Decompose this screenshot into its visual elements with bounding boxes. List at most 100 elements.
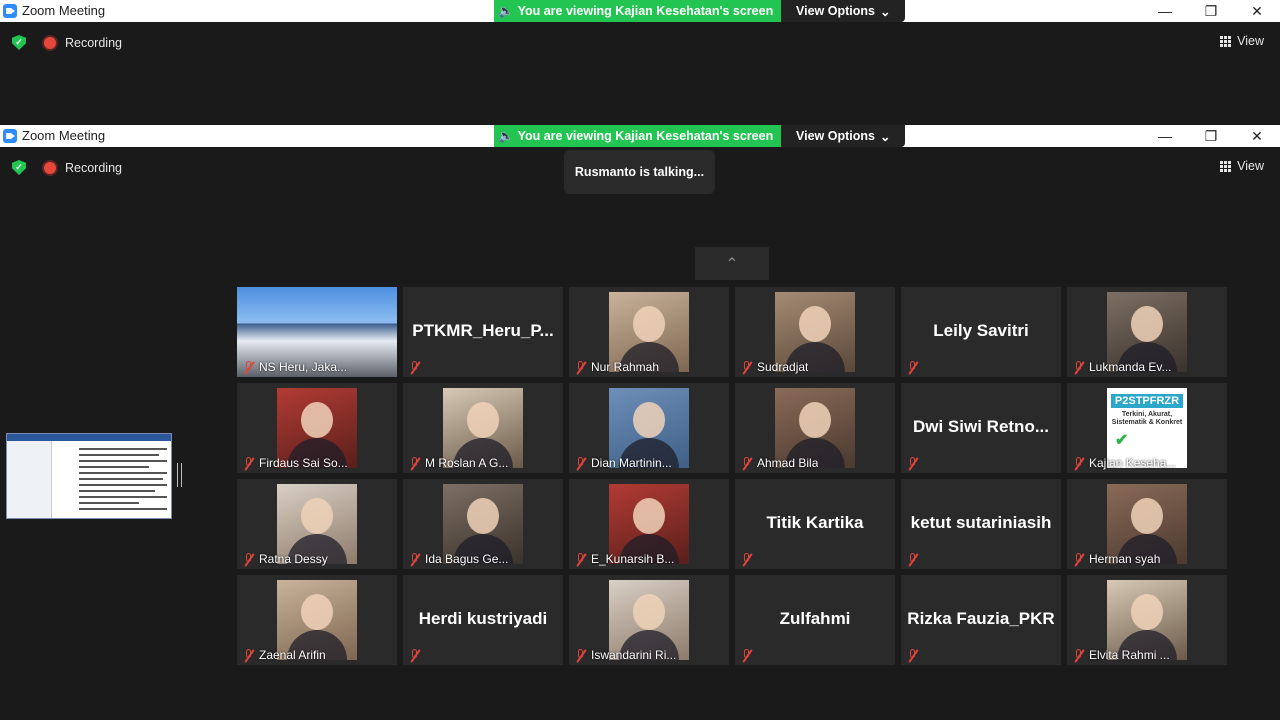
view-options-button[interactable]: View Options ⌄ — [781, 0, 906, 22]
person-silhouette — [633, 594, 665, 630]
shared-screen-thumbnail[interactable] — [6, 433, 172, 519]
recording-label: Recording — [65, 35, 122, 50]
participant-label: Ida Bagus Ge... — [409, 552, 509, 567]
participant-tile[interactable]: Elvita Rahmi ... — [1067, 575, 1227, 665]
participant-tile[interactable]: Titik Kartika — [735, 479, 895, 569]
splitter-handle[interactable] — [177, 463, 182, 487]
document-text-line — [79, 502, 139, 504]
participant-name: Zaenal Arifin — [259, 648, 326, 662]
view-button[interactable]: View — [1220, 159, 1264, 173]
participant-tile[interactable]: Iswandarini Ri... — [569, 575, 729, 665]
muted-mic-icon — [409, 649, 421, 663]
muted-mic-icon — [409, 361, 421, 375]
participant-name: Nur Rahmah — [591, 360, 660, 374]
participant-tile[interactable]: Sudradjat — [735, 287, 895, 377]
participant-tile[interactable]: Herman syah — [1067, 479, 1227, 569]
recording-indicator: ✓ Recording — [12, 160, 122, 175]
muted-mic-icon — [1073, 456, 1085, 471]
restore-button[interactable]: ❐ — [1188, 125, 1234, 147]
participant-tile[interactable]: Leily Savitri — [901, 287, 1061, 377]
muted-mic-icon — [907, 649, 919, 663]
view-options-label: View Options — [795, 4, 875, 18]
participant-display-name: PTKMR_Heru_P... — [412, 321, 554, 340]
participant-tile[interactable]: Lukmanda Ev... — [1067, 287, 1227, 377]
participant-tile[interactable]: Nur Rahmah — [569, 287, 729, 377]
participant-label: E_Kunarsih B... — [575, 552, 674, 567]
participant-label — [741, 649, 753, 663]
security-shield-icon[interactable]: ✓ — [12, 35, 26, 50]
participant-name: Lukmanda Ev... — [1089, 360, 1172, 374]
participant-name: Herman syah — [1089, 552, 1161, 566]
title-bar: Zoom Meeting 🔈 You are viewing Kajian Ke… — [0, 125, 1280, 147]
muted-mic-icon — [741, 649, 753, 663]
logo-title: P2STPFRZR — [1111, 394, 1183, 408]
grid-view-icon — [1220, 35, 1232, 47]
participant-label — [907, 553, 919, 567]
recording-indicator-top: ✓ Recording — [12, 35, 122, 50]
participant-name: Iswandarini Ri... — [591, 648, 677, 662]
view-button-top[interactable]: View — [1220, 34, 1264, 48]
participant-label: Ratna Dessy — [243, 552, 328, 567]
screen-share-banner: 🔈 You are viewing Kajian Kesehatan's scr… — [494, 125, 906, 147]
participant-tile[interactable]: Rizka Fauzia_PKR — [901, 575, 1061, 665]
participant-label: Kajian Keseha... — [1073, 456, 1177, 471]
chevron-down-icon: ⌄ — [879, 129, 891, 144]
document-text-line — [79, 472, 167, 474]
person-silhouette — [1131, 498, 1163, 534]
zoom-logo-icon — [3, 3, 17, 18]
view-options-button[interactable]: View Options ⌄ — [781, 125, 906, 147]
window-controls: — ❐ ✕ — [1142, 125, 1280, 147]
check-icon: ✔ — [1115, 432, 1129, 449]
participant-tile[interactable]: Zaenal Arifin — [237, 575, 397, 665]
participant-name: Kajian Keseha... — [1089, 456, 1177, 470]
document-sidebar — [7, 441, 52, 518]
participant-name: Firdaus Sai So... — [259, 456, 348, 470]
participant-label: Zaenal Arifin — [243, 648, 326, 663]
window-title-text: Zoom Meeting — [22, 128, 106, 143]
participant-tile[interactable]: E_Kunarsih B... — [569, 479, 729, 569]
participant-name: Ida Bagus Ge... — [425, 552, 509, 566]
active-speaker-toast: Rusmanto is talking... — [564, 150, 715, 194]
participant-tile[interactable]: ketut sutariniasih — [901, 479, 1061, 569]
muted-mic-icon — [575, 360, 587, 375]
participant-tile[interactable]: Dian Martinin... — [569, 383, 729, 473]
participant-display-name: ketut sutariniasih — [910, 513, 1052, 532]
minimize-button[interactable]: — — [1142, 125, 1188, 147]
participant-tile[interactable]: P2STPFRZR Terkini, Akurat, Sistematik & K… — [1067, 383, 1227, 473]
close-button[interactable]: ✕ — [1234, 125, 1280, 147]
close-button[interactable]: ✕ — [1234, 0, 1280, 22]
document-text-line — [79, 490, 155, 492]
muted-mic-icon — [575, 552, 587, 567]
participant-tile[interactable]: Ratna Dessy — [237, 479, 397, 569]
minimize-button[interactable]: — — [1142, 0, 1188, 22]
participant-label — [907, 649, 919, 663]
participant-label — [907, 457, 919, 471]
person-silhouette — [633, 402, 665, 438]
participant-tile[interactable]: M Roslan A G... — [403, 383, 563, 473]
document-text-line — [79, 466, 149, 468]
participant-label: NS Heru, Jaka... — [243, 360, 347, 375]
participant-label: Herman syah — [1073, 552, 1161, 567]
muted-mic-icon — [741, 456, 753, 471]
participant-name: Ratna Dessy — [259, 552, 328, 566]
participant-tile[interactable]: Herdi kustriyadi — [403, 575, 563, 665]
document-text-line — [79, 496, 167, 498]
muted-mic-icon — [243, 456, 255, 471]
muted-mic-icon — [575, 648, 587, 663]
participant-tile[interactable]: Zulfahmi — [735, 575, 895, 665]
participant-tile[interactable]: NS Heru, Jaka... — [237, 287, 397, 377]
logo-subtitle: Terkini, Akurat, Sistematik & Konkret — [1111, 411, 1183, 426]
security-shield-icon[interactable]: ✓ — [12, 160, 26, 175]
participant-tile[interactable]: Firdaus Sai So... — [237, 383, 397, 473]
muted-mic-icon — [1073, 552, 1085, 567]
scroll-up-button[interactable]: ⌃ — [695, 247, 769, 280]
participant-tile[interactable]: PTKMR_Heru_P... — [403, 287, 563, 377]
participant-tile[interactable]: Ida Bagus Ge... — [403, 479, 563, 569]
restore-button[interactable]: ❐ — [1188, 0, 1234, 22]
recording-label: Recording — [65, 160, 122, 175]
participant-display-name: Zulfahmi — [779, 609, 851, 628]
participant-tile[interactable]: Ahmad Bila — [735, 383, 895, 473]
participant-tile[interactable]: Dwi Siwi Retno... — [901, 383, 1061, 473]
participant-label: M Roslan A G... — [409, 456, 508, 471]
participant-name: Elvita Rahmi ... — [1089, 648, 1170, 662]
